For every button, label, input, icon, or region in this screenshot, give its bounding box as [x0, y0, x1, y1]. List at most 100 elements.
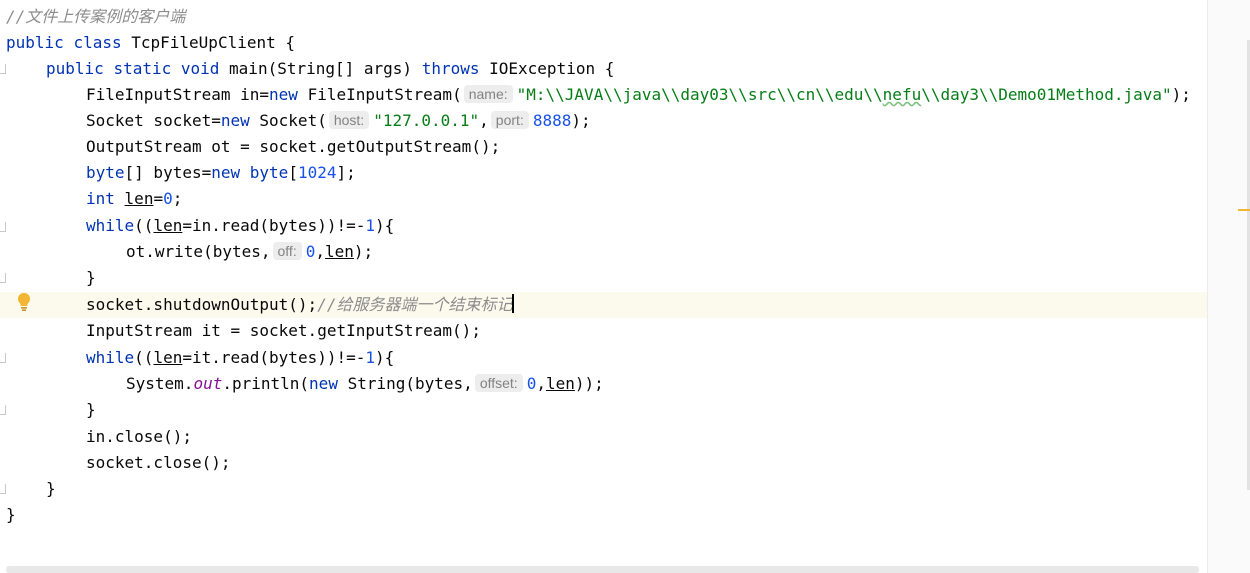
code-text: Socket( — [249, 111, 327, 130]
code-line[interactable]: int len=0; — [0, 186, 1207, 212]
code-text: ){ — [375, 216, 395, 235]
code-line[interactable]: } — [0, 476, 1207, 502]
code-text: .println( — [222, 374, 310, 393]
parameter-hint: host: — [328, 111, 370, 129]
code-text: System. — [126, 374, 194, 393]
keyword: new — [309, 374, 338, 393]
code-text: socket.close(); — [86, 453, 231, 472]
keyword: int — [86, 189, 115, 208]
code-text: =it.read(bytes))!=- — [182, 348, 366, 367]
code-text: , — [479, 111, 489, 130]
keyword: while — [86, 216, 135, 235]
code-text: [ — [288, 163, 298, 182]
code-text: ); — [1171, 85, 1191, 104]
parameter-hint: offset: — [474, 374, 523, 392]
code-text: ){ — [375, 348, 395, 367]
string-literal: \\day3\\Demo01Method.java" — [921, 85, 1172, 104]
code-text: )); — [574, 374, 604, 393]
lightbulb-icon[interactable] — [16, 292, 32, 312]
fold-marker-icon[interactable] — [0, 64, 6, 74]
keyword: throws — [421, 59, 480, 78]
variable-len: len — [124, 189, 154, 208]
variable-len: len — [153, 216, 183, 235]
code-line[interactable]: byte[] bytes=new byte[1024]; — [0, 160, 1207, 186]
code-line[interactable]: ot.write(bytes, off: 0,len); — [0, 239, 1207, 265]
keyword: void — [180, 59, 220, 78]
number-literal: 0 — [526, 374, 537, 393]
code-line[interactable]: InputStream it = socket.getInputStream()… — [0, 318, 1207, 344]
code-text: ); — [353, 242, 374, 261]
parameter-hint: name: — [463, 85, 513, 103]
code-text: OutputStream ot = socket.getOutputStream… — [86, 137, 501, 156]
string-literal: "127.0.0.1" — [373, 111, 480, 130]
number-literal: 0 — [305, 242, 316, 261]
code-text: ]; — [336, 163, 356, 182]
keyword: new — [211, 163, 241, 182]
closing-brace: } — [6, 505, 16, 524]
code-text: Socket socket= — [86, 111, 221, 130]
exception-type: IOException { — [479, 59, 615, 78]
variable-len: len — [545, 374, 575, 393]
number-literal: 1 — [365, 216, 376, 235]
code-line[interactable]: } — [0, 265, 1207, 291]
parameter-hint: off: — [272, 242, 302, 260]
code-line[interactable]: System.out.println(new String(bytes, offs… — [0, 371, 1207, 397]
code-line[interactable]: in.close(); — [0, 424, 1207, 450]
code-line[interactable]: Socket socket=new Socket(host: "127.0.0.1… — [0, 108, 1207, 134]
code-text: (( — [134, 216, 154, 235]
code-text: ); — [571, 111, 591, 130]
comment: //给服务器端一个结束标记 — [317, 295, 513, 314]
method-signature: main(String[] args) — [219, 59, 422, 78]
code-text: (( — [134, 348, 154, 367]
keyword: static — [113, 59, 172, 78]
horizontal-scrollbar[interactable] — [6, 566, 1199, 573]
number-literal: 1 — [365, 348, 376, 367]
vertical-scrollbar[interactable] — [1207, 0, 1250, 573]
code-line[interactable]: public static void main(String[] args) t… — [0, 56, 1207, 82]
closing-brace: } — [86, 268, 96, 287]
code-line[interactable]: } — [0, 397, 1207, 423]
code-text: FileInputStream( — [297, 85, 462, 104]
string-literal: "M:\\JAVA\\java\\day03\\src\\cn\\edu\\ — [516, 85, 883, 104]
fold-marker-icon[interactable] — [0, 273, 6, 283]
keyword: byte — [86, 163, 125, 182]
code-text: ; — [172, 189, 183, 208]
keyword: new — [269, 85, 298, 104]
comment: //文件上传案例的客户端 — [6, 7, 186, 26]
code-text: String(bytes, — [337, 374, 473, 393]
code-line[interactable]: while((len=in.read(bytes))!=-1){ — [0, 213, 1207, 239]
code-line[interactable]: } — [0, 502, 1207, 528]
keyword: class — [73, 33, 122, 52]
code-line[interactable]: //文件上传案例的客户端 — [0, 4, 1207, 30]
class-declaration: TcpFileUpClient { — [121, 33, 295, 52]
fold-marker-icon[interactable] — [0, 353, 6, 363]
code-editor[interactable]: //文件上传案例的客户端 public class TcpFileUpClien… — [0, 0, 1207, 573]
closing-brace: } — [86, 400, 96, 419]
code-text: FileInputStream in= — [86, 85, 270, 104]
keyword: public — [46, 59, 104, 78]
code-text: [] bytes= — [124, 163, 212, 182]
code-line[interactable]: public class TcpFileUpClient { — [0, 30, 1207, 56]
fold-marker-icon[interactable] — [0, 222, 6, 232]
keyword: byte — [249, 163, 289, 182]
code-text: , — [315, 242, 325, 261]
code-text: ot.write(bytes, — [126, 242, 271, 261]
code-text: InputStream it = socket.getInputStream()… — [86, 321, 481, 340]
parameter-hint: port: — [490, 111, 529, 129]
code-line[interactable]: FileInputStream in=new FileInputStream(n… — [0, 82, 1207, 108]
fold-marker-icon[interactable] — [0, 405, 6, 415]
code-line-current[interactable]: socket.shutdownOutput();//给服务器端一个结束标记 — [0, 292, 1207, 318]
code-text: = — [153, 189, 164, 208]
code-text: =in.read(bytes))!=- — [182, 216, 366, 235]
code-line[interactable]: OutputStream ot = socket.getOutputStream… — [0, 134, 1207, 160]
fold-marker-icon[interactable] — [0, 484, 6, 494]
number-literal: 0 — [163, 189, 173, 208]
code-text: , — [536, 374, 546, 393]
text-caret — [512, 294, 515, 313]
keyword: new — [220, 111, 250, 130]
code-line[interactable]: socket.close(); — [0, 450, 1207, 476]
code-line[interactable]: while((len=it.read(bytes))!=-1){ — [0, 345, 1207, 371]
warning-stripe-marker[interactable] — [1238, 209, 1250, 211]
